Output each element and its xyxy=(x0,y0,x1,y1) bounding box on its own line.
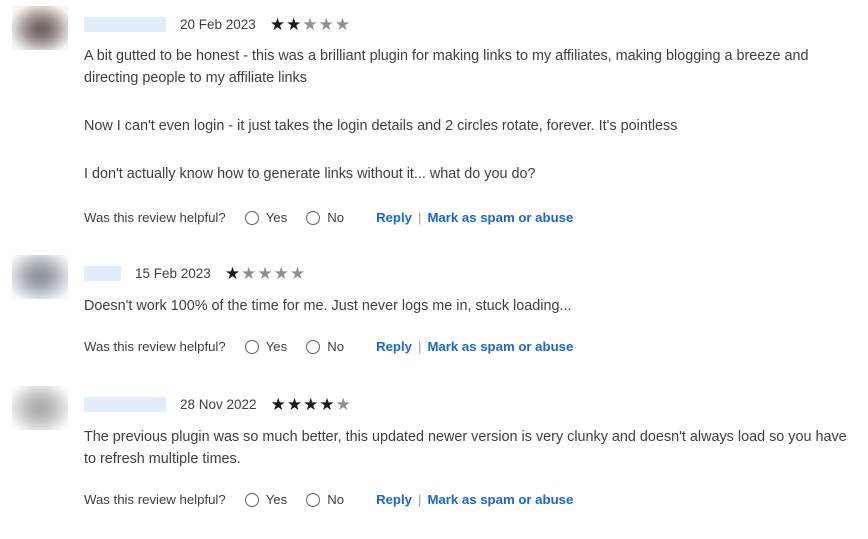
star-filled: ★ xyxy=(224,263,241,283)
star-empty: ★ xyxy=(334,14,351,34)
radio-unchecked-icon[interactable] xyxy=(306,339,321,354)
avatar-column xyxy=(0,6,68,50)
helpful-no-label: No xyxy=(327,210,345,225)
star-filled: ★ xyxy=(270,394,286,414)
review-date: 20 Feb 2023 xyxy=(180,16,256,32)
redacted-author-name xyxy=(84,396,166,412)
helpful-yes-option[interactable]: Yes xyxy=(244,339,288,354)
helpful-yes-label: Yes xyxy=(265,492,288,507)
review-actions: Reply | Mark as spam or abuse xyxy=(376,339,573,354)
reviews-list: 20 Feb 2023 ★ ★ ★ ★ ★ A bit gutted to be… xyxy=(0,6,868,507)
star-filled: ★ xyxy=(303,394,319,414)
star-filled: ★ xyxy=(319,394,335,414)
star-empty: ★ xyxy=(241,263,257,283)
reply-link[interactable]: Reply xyxy=(376,210,412,225)
helpful-yes-label: Yes xyxy=(265,339,288,354)
review-body: 20 Feb 2023 ★ ★ ★ ★ ★ A bit gutted to be… xyxy=(68,6,868,225)
review-helpful-row: Was this review helpful? Yes No Reply | … xyxy=(84,210,858,225)
action-separator: | xyxy=(418,339,422,354)
radio-unchecked-icon[interactable] xyxy=(244,210,259,225)
avatar-column xyxy=(0,255,68,299)
star-empty: ★ xyxy=(302,14,318,34)
helpful-yes-option[interactable]: Yes xyxy=(244,210,288,225)
helpful-question: Was this review helpful? xyxy=(84,339,226,354)
avatar-column xyxy=(0,386,68,430)
radio-unchecked-icon[interactable] xyxy=(306,210,321,225)
radio-unchecked-icon[interactable] xyxy=(244,492,259,507)
reply-link[interactable]: Reply xyxy=(376,492,412,507)
review-header: 15 Feb 2023 ★ ★ ★ ★ ★ xyxy=(84,261,858,285)
review-text: The previous plugin was so much better, … xyxy=(84,426,858,470)
review-helpful-row: Was this review helpful? Yes No Reply | … xyxy=(84,339,858,354)
mark-spam-link[interactable]: Mark as spam or abuse xyxy=(427,210,573,225)
review-item: 15 Feb 2023 ★ ★ ★ ★ ★ Doesn't work 100% … xyxy=(0,255,868,354)
review-item: 28 Nov 2022 ★ ★ ★ ★ ★ The previous plugi… xyxy=(0,386,868,507)
avatar xyxy=(12,386,68,430)
helpful-no-option[interactable]: No xyxy=(306,210,344,225)
rating-stars: ★ ★ ★ ★ ★ xyxy=(271,396,352,413)
star-filled: ★ xyxy=(269,14,286,34)
helpful-yes-label: Yes xyxy=(265,210,288,225)
reply-link[interactable]: Reply xyxy=(376,339,412,354)
review-body: 15 Feb 2023 ★ ★ ★ ★ ★ Doesn't work 100% … xyxy=(68,255,868,354)
review-paragraph: I don't actually know how to generate li… xyxy=(84,166,536,182)
review-date: 15 Feb 2023 xyxy=(135,265,211,281)
helpful-question: Was this review helpful? xyxy=(84,210,226,225)
review-helpful-row: Was this review helpful? Yes No Reply | … xyxy=(84,492,858,507)
review-item: 20 Feb 2023 ★ ★ ★ ★ ★ A bit gutted to be… xyxy=(0,6,868,225)
helpful-no-label: No xyxy=(327,492,345,507)
star-empty: ★ xyxy=(257,263,273,283)
radio-unchecked-icon[interactable] xyxy=(306,492,321,507)
star-filled: ★ xyxy=(286,14,302,34)
review-actions: Reply | Mark as spam or abuse xyxy=(376,492,573,507)
radio-unchecked-icon[interactable] xyxy=(244,339,259,354)
helpful-no-option[interactable]: No xyxy=(306,339,344,354)
redacted-author-name xyxy=(84,265,121,281)
star-empty: ★ xyxy=(289,263,306,283)
helpful-no-option[interactable]: No xyxy=(306,492,344,507)
review-paragraph: A bit gutted to be honest - this was a b… xyxy=(84,48,809,86)
star-empty: ★ xyxy=(335,394,351,414)
review-date: 28 Nov 2022 xyxy=(180,396,257,412)
review-text: Doesn't work 100% of the time for me. Ju… xyxy=(84,295,858,317)
action-separator: | xyxy=(418,492,422,507)
helpful-yes-option[interactable]: Yes xyxy=(244,492,288,507)
rating-stars: ★ ★ ★ ★ ★ xyxy=(270,16,351,33)
star-empty: ★ xyxy=(273,263,289,283)
action-separator: | xyxy=(418,210,422,225)
review-paragraph: Doesn't work 100% of the time for me. Ju… xyxy=(84,298,572,314)
redacted-author-name xyxy=(84,16,166,32)
review-header: 28 Nov 2022 ★ ★ ★ ★ ★ xyxy=(84,392,858,416)
star-filled: ★ xyxy=(286,394,303,414)
avatar xyxy=(12,6,68,50)
review-header: 20 Feb 2023 ★ ★ ★ ★ ★ xyxy=(84,12,858,36)
rating-stars: ★ ★ ★ ★ ★ xyxy=(225,265,306,282)
review-text: A bit gutted to be honest - this was a b… xyxy=(84,45,858,185)
mark-spam-link[interactable]: Mark as spam or abuse xyxy=(427,339,573,354)
mark-spam-link[interactable]: Mark as spam or abuse xyxy=(427,492,573,507)
review-body: 28 Nov 2022 ★ ★ ★ ★ ★ The previous plugi… xyxy=(68,386,868,507)
review-actions: Reply | Mark as spam or abuse xyxy=(376,210,573,225)
helpful-no-label: No xyxy=(327,339,345,354)
star-empty: ★ xyxy=(318,14,334,34)
helpful-question: Was this review helpful? xyxy=(84,492,226,507)
review-paragraph: The previous plugin was so much better, … xyxy=(84,429,847,467)
avatar xyxy=(12,255,68,299)
review-paragraph: Now I can't even login - it just takes t… xyxy=(84,118,678,134)
